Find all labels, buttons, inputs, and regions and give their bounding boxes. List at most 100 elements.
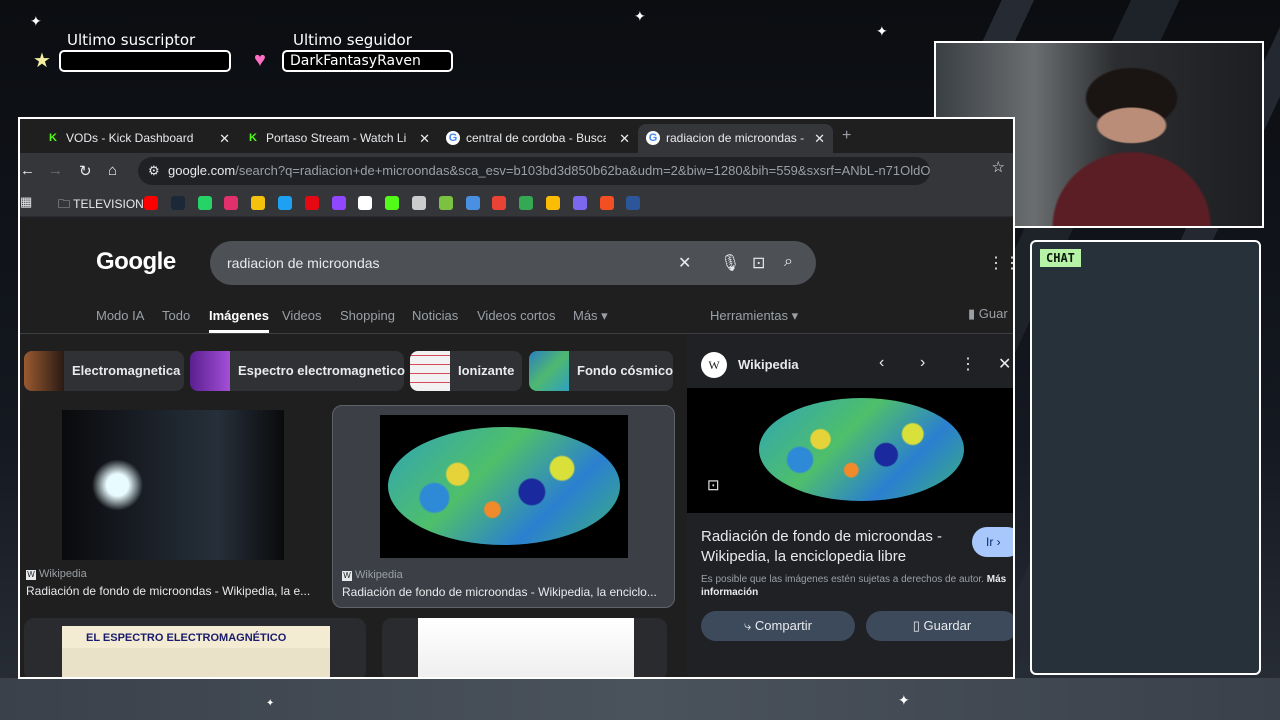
- chip-label: Ionizante: [458, 363, 515, 378]
- previous-icon[interactable]: ‹: [879, 354, 884, 372]
- preview-image[interactable]: ⊡: [687, 388, 1013, 513]
- tab-google-cordoba[interactable]: G central de cordoba - Buscar con ✕: [438, 124, 638, 153]
- url-host: google.com: [168, 163, 236, 178]
- reload-icon[interactable]: ↻: [79, 162, 92, 180]
- home-icon[interactable]: ⌂: [108, 162, 117, 179]
- bookmarks-bar: ▦ 🗀 TELEVISION: [20, 189, 1013, 217]
- back-icon[interactable]: ←: [20, 162, 35, 179]
- tab-videos[interactable]: Videos: [282, 308, 322, 323]
- close-tab-icon[interactable]: ✕: [219, 124, 230, 153]
- tab-google-microondas[interactable]: G radiacion de microondas - Busc ✕: [638, 124, 833, 153]
- clear-icon[interactable]: ✕: [678, 253, 691, 273]
- bookmark-favicon-icon[interactable]: [304, 196, 319, 210]
- tab-mas[interactable]: Más ▾: [573, 308, 608, 324]
- result-source: W Wikipedia: [26, 568, 87, 580]
- result-caption: Radiación de fondo de microondas - Wikip…: [26, 584, 311, 598]
- bookmark-favicon-icon[interactable]: [170, 196, 185, 210]
- bookmark-favicon-icon[interactable]: [465, 196, 480, 210]
- chip-thumbnail: [410, 351, 450, 391]
- bookmark-star-icon[interactable]: ☆: [992, 158, 1005, 176]
- close-tab-icon[interactable]: ✕: [619, 124, 630, 153]
- share-button[interactable]: ⤷ Compartir: [701, 611, 855, 641]
- google-icon: G: [646, 131, 660, 145]
- star-icon: ★: [33, 50, 51, 72]
- cmb-thumbnail: [380, 415, 628, 558]
- chip-ionizante[interactable]: Ionizante: [410, 351, 522, 391]
- wikipedia-icon: W: [26, 570, 36, 580]
- tab-imagenes[interactable]: Imágenes: [209, 308, 269, 333]
- saved-button[interactable]: ▮ Guar: [968, 306, 1008, 322]
- bookmark-favicon-icon[interactable]: [358, 196, 373, 210]
- bookmark-favicon-icon[interactable]: [599, 196, 614, 210]
- bookmark-favicon-icon[interactable]: [572, 196, 587, 210]
- image-result-selected[interactable]: W Wikipedia Radiación de fondo de microon…: [332, 405, 675, 608]
- tab-videos-cortos[interactable]: Videos cortos: [477, 308, 556, 323]
- close-tab-icon[interactable]: ✕: [419, 124, 430, 153]
- close-icon[interactable]: ✕: [998, 354, 1011, 374]
- lens-icon[interactable]: ⊡: [752, 253, 765, 273]
- bookmark-favicon-icon[interactable]: [492, 196, 507, 210]
- last-subscriber-value: [59, 50, 231, 72]
- microphone-icon[interactable]: 🎙: [720, 253, 740, 273]
- forward-icon[interactable]: →: [48, 162, 63, 179]
- bookmark-favicon-icon[interactable]: [331, 196, 346, 210]
- sparkle-icon: ✦: [30, 13, 42, 29]
- tools-button[interactable]: Herramientas ▾: [710, 308, 798, 324]
- lens-icon[interactable]: ⊡: [707, 476, 720, 494]
- more-options-icon[interactable]: ⋮: [960, 354, 976, 374]
- apps-grid-icon[interactable]: ▦: [20, 194, 32, 210]
- tab-modo-ia[interactable]: Modo IA: [96, 308, 144, 323]
- chip-fondo-cosmico[interactable]: Fondo cósmico: [529, 351, 673, 391]
- new-tab-button[interactable]: +: [842, 127, 851, 145]
- bookmark-favicon-icon[interactable]: [224, 196, 239, 210]
- bookmark-favicon-icon[interactable]: [278, 196, 292, 210]
- tab-title: central de cordoba - Buscar con: [466, 131, 606, 145]
- bookmark-favicon-icon[interactable]: [438, 196, 453, 210]
- chip-thumbnail: [529, 351, 569, 391]
- wikipedia-logo: W: [701, 352, 727, 378]
- microwave-diagram-thumbnail: [418, 618, 634, 677]
- tab-kick-stream[interactable]: K Portaso Stream - Watch Live on ✕: [238, 124, 438, 153]
- tab-todo[interactable]: Todo: [162, 308, 190, 323]
- next-icon[interactable]: ›: [920, 354, 925, 372]
- search-icon[interactable]: ⌕: [784, 253, 793, 271]
- bookmark-favicon-icon[interactable]: [626, 196, 641, 210]
- site-info-icon[interactable]: ⚙: [148, 163, 160, 179]
- sparkle-icon: ✦: [634, 8, 646, 24]
- image-result[interactable]: EL ESPECTRO ELECTROMAGNÉTICO: [24, 618, 366, 677]
- tab-kick-vods[interactable]: K VODs - Kick Dashboard ✕: [38, 124, 238, 153]
- google-apps-icon[interactable]: ⋮⋮⋮: [988, 253, 1013, 273]
- wikipedia-icon: W: [342, 571, 352, 581]
- search-query: radiacion de microondas: [227, 255, 380, 271]
- sparkle-icon: ✦: [266, 698, 275, 709]
- bookmark-favicon-icon[interactable]: [385, 196, 400, 210]
- bookmark-folder[interactable]: 🗀 TELEVISION: [58, 195, 144, 216]
- bookmark-favicon-icon[interactable]: [546, 196, 560, 210]
- heart-icon: ♥: [254, 49, 266, 71]
- tab-noticias[interactable]: Noticias: [412, 308, 458, 323]
- address-bar[interactable]: ⚙ google.com/search?q=radiacion+de+micro…: [138, 157, 930, 185]
- search-input[interactable]: radiacion de microondas ✕ 🎙 ⊡ ⌕: [210, 241, 816, 285]
- url-path: /search?q=radiacion+de+microondas&sca_es…: [235, 163, 930, 178]
- chip-electromagnetica[interactable]: Electromagnetica: [24, 351, 184, 391]
- bookmark-favicon-icon[interactable]: [412, 196, 426, 210]
- image-result[interactable]: W Wikipedia Radiación de fondo de microon…: [24, 408, 322, 604]
- bookmark-favicon-icon[interactable]: [144, 196, 158, 210]
- bookmark-icon: ▮: [968, 306, 979, 321]
- bookmark-favicon-icon[interactable]: [519, 196, 534, 210]
- preview-title[interactable]: Radiación de fondo de microondas - Wikip…: [701, 527, 961, 567]
- save-button[interactable]: ▯ Guardar: [866, 611, 1013, 641]
- visit-button[interactable]: Ir ›: [972, 527, 1013, 557]
- preview-source[interactable]: Wikipedia: [738, 357, 799, 372]
- tab-shopping[interactable]: Shopping: [340, 308, 395, 323]
- bookmark-favicon-icon[interactable]: [197, 196, 212, 210]
- chip-espectro[interactable]: Espectro electromagnetico: [190, 351, 405, 391]
- bookmark-icon: ▯: [912, 618, 924, 633]
- close-tab-icon[interactable]: ✕: [814, 124, 825, 153]
- bookmark-favicon-icon[interactable]: [251, 196, 266, 210]
- google-logo[interactable]: Google: [96, 248, 176, 276]
- bookmark-folder-label: TELEVISION: [73, 197, 144, 211]
- chip-thumbnail: [190, 351, 230, 391]
- cmb-map: [388, 427, 620, 545]
- image-result[interactable]: [382, 618, 667, 677]
